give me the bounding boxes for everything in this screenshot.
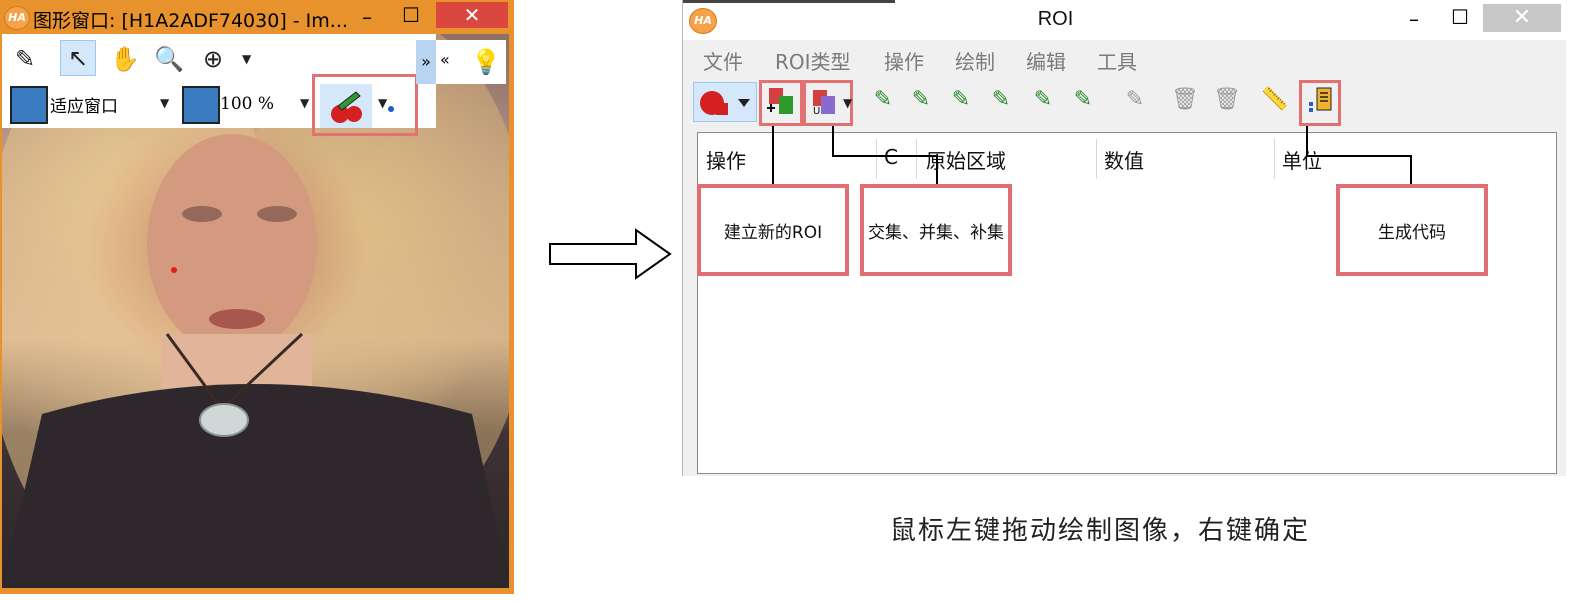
- draw-rotated-rectangle-icon[interactable]: ✎: [1027, 84, 1059, 116]
- menu-operation[interactable]: 操作: [884, 46, 924, 75]
- pointer-tool-icon[interactable]: ↖: [60, 40, 96, 76]
- collapse-right-icon[interactable]: »: [416, 40, 436, 84]
- draw-ellipse-icon[interactable]: ✎: [945, 84, 977, 116]
- roi-minimize-button[interactable]: –: [1399, 6, 1429, 32]
- new-roi-highlight: [759, 80, 803, 126]
- callout-new-roi: 建立新的ROI: [697, 184, 849, 276]
- draw-circle-icon[interactable]: ✎: [905, 84, 937, 116]
- image-window: HA 图形窗口: [H1A2ADF74030] - Im... – ☐ ✕ ✎ …: [0, 0, 514, 594]
- halcon-logo-icon: HA: [4, 6, 30, 30]
- zoom-percent-icon: [182, 86, 220, 124]
- image-window-title: 图形窗口: [H1A2ADF74030] - Im...: [33, 10, 348, 32]
- image-side-panel: » « 💡: [416, 40, 506, 84]
- collapse-left-icon[interactable]: «: [440, 50, 450, 69]
- draw-roi-caret-icon[interactable]: ▼: [378, 96, 387, 110]
- connector-line: [772, 126, 774, 186]
- column-separator: [916, 139, 917, 179]
- zoom-in-icon[interactable]: ⊕: [196, 42, 230, 76]
- lightbulb-icon[interactable]: 💡: [468, 42, 504, 82]
- image-window-titlebar[interactable]: HA 图形窗口: [H1A2ADF74030] - Im... – ☐ ✕: [0, 0, 514, 34]
- ruler-icon[interactable]: 📏: [1259, 84, 1291, 116]
- close-button[interactable]: ✕: [436, 2, 508, 28]
- zoom-percent-caret-icon[interactable]: ▼: [300, 96, 309, 110]
- menu-edit[interactable]: 编辑: [1026, 46, 1066, 75]
- column-separator: [1096, 139, 1097, 179]
- roi-close-button[interactable]: ✕: [1483, 4, 1561, 32]
- roi-toolbar: U ▼ ✎ ✎ ✎ ✎ ✎ ✎ ✎ 🗑 🗑 📏: [689, 78, 1561, 126]
- edit-disabled-icon[interactable]: ✎: [1119, 84, 1151, 116]
- callout-set-operations: 交集、并集、补集: [860, 184, 1012, 276]
- status-dot-icon: [388, 106, 394, 112]
- set-operation-caret-icon[interactable]: ▼: [843, 96, 852, 110]
- caption-text: 鼠标左键拖动绘制图像，右键确定: [890, 516, 1311, 546]
- draw-rectangle-icon[interactable]: ✎: [985, 84, 1017, 116]
- column-separator: [1274, 139, 1275, 179]
- connector-line: [1306, 155, 1412, 157]
- column-c[interactable]: C: [884, 145, 898, 169]
- column-value[interactable]: 数值: [1104, 145, 1144, 174]
- draw-line-icon[interactable]: ✎: [867, 84, 899, 116]
- column-separator: [876, 139, 877, 179]
- pan-hand-icon[interactable]: ✋: [108, 42, 142, 76]
- menu-draw[interactable]: 绘制: [955, 46, 995, 75]
- zoom-dropdown-caret-icon[interactable]: ▼: [242, 52, 251, 66]
- image-toolbar-panel: ✎ ↖ ✋ 🔍 ⊕ ▼ 适应窗口 ▼ 100 % ▼ ▼: [2, 34, 436, 136]
- titlebar-accent: [683, 0, 895, 3]
- draw-roi-button[interactable]: [320, 84, 372, 128]
- connector-line: [1306, 126, 1308, 156]
- roi-window-title: ROI: [1037, 8, 1074, 30]
- zoom-percent-label[interactable]: 100 %: [220, 94, 274, 114]
- edit-pencil-icon[interactable]: ✎: [8, 42, 42, 76]
- connector-line: [1410, 155, 1412, 186]
- roi-menubar: 文件 ROI类型 操作 绘制 编辑 工具: [689, 42, 1561, 76]
- fit-window-label[interactable]: 适应窗口: [50, 92, 118, 117]
- roi-window-titlebar[interactable]: HA ROI – ☐ ✕: [683, 0, 1566, 40]
- draw-roi-icon: [331, 91, 362, 123]
- roi-maximize-button[interactable]: ☐: [1445, 4, 1475, 30]
- red-circle-shape-icon: [700, 91, 750, 115]
- maximize-button[interactable]: ☐: [396, 2, 426, 28]
- connector-line: [832, 155, 938, 157]
- menu-file[interactable]: 文件: [703, 46, 743, 75]
- delete-all-icon[interactable]: 🗑: [1211, 84, 1243, 116]
- draw-polygon-icon[interactable]: ✎: [1067, 84, 1099, 116]
- connector-line: [936, 155, 938, 186]
- menu-roi-type[interactable]: ROI类型: [775, 46, 851, 75]
- column-operation[interactable]: 操作: [706, 145, 746, 174]
- connector-line: [832, 126, 834, 156]
- column-original-region[interactable]: 原始区域: [926, 145, 1006, 174]
- column-unit[interactable]: 单位: [1282, 145, 1322, 174]
- magnifier-icon[interactable]: 🔍: [152, 42, 186, 76]
- callout-generate-code: 生成代码: [1336, 184, 1488, 276]
- delete-roi-icon[interactable]: 🗑: [1169, 84, 1201, 116]
- minimize-button[interactable]: –: [352, 4, 382, 30]
- generate-code-highlight: [1299, 80, 1341, 126]
- shape-select-button[interactable]: [693, 82, 757, 122]
- fit-window-icon: [10, 86, 48, 124]
- fit-dropdown-caret-icon[interactable]: ▼: [160, 96, 169, 110]
- right-arrow-icon: [549, 228, 672, 280]
- menu-tools[interactable]: 工具: [1097, 46, 1137, 75]
